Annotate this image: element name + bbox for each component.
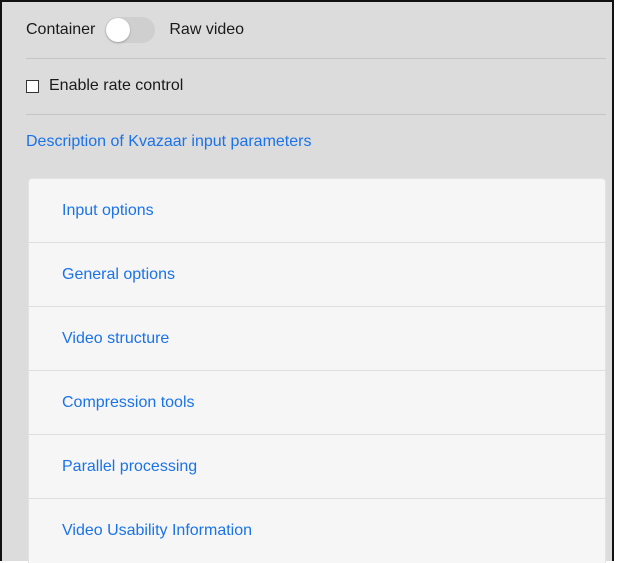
section-label: Parallel processing [62, 457, 198, 475]
section-video-structure[interactable]: Video structure [29, 307, 605, 371]
section-label: Compression tools [62, 393, 195, 411]
kvazaar-parameters-link[interactable]: Description of Kvazaar input parameters [26, 133, 311, 151]
divider [26, 58, 606, 59]
section-compression-tools[interactable]: Compression tools [29, 371, 605, 435]
section-label: Video Usability Information [62, 522, 253, 539]
section-label: General options [62, 265, 175, 283]
settings-form: Container Raw video Enable rate control … [0, 0, 614, 563]
section-general-options[interactable]: General options [29, 243, 605, 307]
section-input-options[interactable]: Input options [29, 179, 605, 243]
rate-control-label[interactable]: Enable rate control [49, 77, 183, 95]
section-video-usability-information[interactable]: Video Usability Information [29, 499, 605, 563]
container-label: Container [26, 21, 96, 38]
description-row: Description of Kvazaar input parameters [26, 120, 606, 164]
section-parallel-processing[interactable]: Parallel processing [29, 435, 605, 499]
raw-video-label: Raw video [169, 21, 245, 38]
rate-control-row: Enable rate control [26, 64, 606, 108]
section-label: Input options [62, 201, 154, 219]
parameter-sections-list: Input options General options Video stru… [28, 178, 606, 563]
format-toggle-row: Container Raw video [26, 10, 606, 50]
rate-control-checkbox[interactable] [26, 79, 39, 93]
section-label: Video structure [62, 329, 170, 347]
format-toggle-switch[interactable] [105, 17, 156, 43]
divider [26, 114, 606, 115]
toggle-knob [106, 18, 131, 42]
